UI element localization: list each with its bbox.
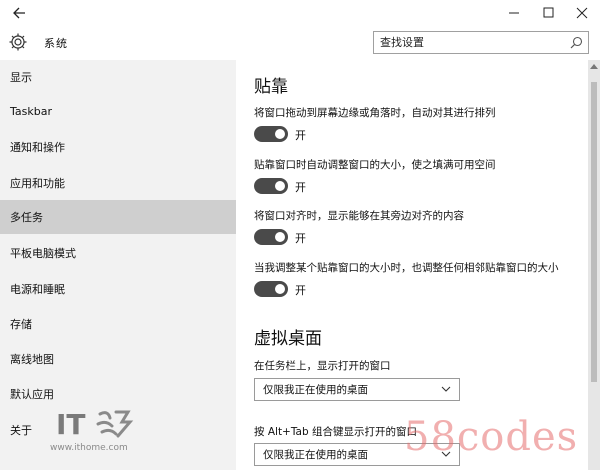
sidebar-item-taskbar[interactable]: Taskbar (0, 94, 236, 128)
close-icon[interactable] (570, 3, 594, 23)
sidebar-item-label: 应用和功能 (10, 177, 65, 190)
sidebar-item-multitasking[interactable]: 多任务 (0, 200, 236, 234)
sidebar-item-label: 离线地图 (10, 353, 54, 366)
snap-option-1-text: 将窗口拖动到屏幕边缘或角落时，自动对其进行排列 (254, 107, 496, 119)
snap-option-1-state: 开 (295, 129, 306, 142)
scrollbar-thumb[interactable] (591, 82, 597, 382)
snap-option-4-toggle[interactable] (254, 281, 288, 297)
content-scrollbar[interactable] (588, 60, 600, 470)
ithome-url: www.ithome.com (50, 443, 128, 453)
sidebar-item-label: Taskbar (10, 104, 52, 118)
sidebar-item-label: 存储 (10, 318, 32, 331)
sidebar-item-tablet-mode[interactable]: 平板电脑模式 (0, 236, 236, 270)
gear-icon (9, 33, 27, 51)
sidebar-item-label: 电源和睡眠 (10, 283, 65, 296)
taskbar-windows-dropdown[interactable]: 仅限我正在使用的桌面 (254, 378, 460, 401)
ithome-logo-text: IT (56, 408, 86, 440)
search-box[interactable] (373, 31, 589, 54)
sidebar-item-label: 多任务 (10, 211, 43, 224)
virtual-desktops-title: 虚拟桌面 (254, 329, 322, 349)
snap-option-3-toggle[interactable] (254, 229, 288, 245)
sidebar-item-label: 通知和操作 (10, 141, 65, 154)
search-input[interactable] (374, 32, 560, 53)
snap-option-2-state: 开 (295, 181, 306, 194)
sidebar-item-label: 平板电脑模式 (10, 247, 76, 260)
sidebar-item-label: 关于 (10, 424, 32, 437)
snap-option-2-toggle[interactable] (254, 178, 288, 194)
taskbar-windows-value: 仅限我正在使用的桌面 (263, 384, 368, 396)
alttab-windows-value: 仅限我正在使用的桌面 (263, 449, 368, 461)
toggle-knob (275, 129, 285, 139)
sidebar-item-apps[interactable]: 应用和功能 (0, 166, 236, 200)
chevron-down-icon (441, 386, 451, 392)
snap-option-3-text: 将窗口对齐时，显示能够在其旁边对齐的内容 (254, 210, 464, 222)
sidebar-item-display[interactable]: 显示 (0, 60, 236, 94)
maximize-icon[interactable] (536, 3, 560, 23)
toggle-knob (275, 181, 285, 191)
taskbar-windows-label: 在任务栏上，显示打开的窗口 (254, 360, 391, 372)
content-pane: 贴靠 将窗口拖动到屏幕边缘或角落时，自动对其进行排列 开 贴靠窗口时自动调整窗口… (236, 60, 588, 470)
chevron-down-icon (441, 451, 451, 457)
ithome-watermark: IT (56, 406, 134, 443)
snap-option-1-toggle[interactable] (254, 126, 288, 142)
snap-option-2-text: 贴靠窗口时自动调整窗口的大小，使之填满可用空间 (254, 159, 496, 171)
app-title: 系统 (44, 37, 68, 50)
sidebar-item-storage[interactable]: 存储 (0, 307, 236, 341)
search-icon[interactable] (570, 36, 583, 49)
alttab-windows-label: 按 Alt+Tab 组合键显示打开的窗口 (254, 426, 417, 438)
minimize-icon[interactable] (502, 3, 526, 23)
toggle-knob (275, 284, 285, 294)
title-bar (0, 0, 600, 26)
snap-option-4-text: 当我调整某个贴靠窗口的大小时，也调整任何相邻贴靠窗口的大小 (254, 262, 559, 274)
sidebar-item-notifications[interactable]: 通知和操作 (0, 130, 236, 164)
scroll-up-icon[interactable] (590, 64, 598, 69)
snap-option-4-state: 开 (295, 284, 306, 297)
alttab-windows-dropdown[interactable]: 仅限我正在使用的桌面 (254, 443, 460, 466)
sidebar-item-label: 默认应用 (10, 388, 54, 401)
app-header: 系统 (0, 26, 600, 60)
sidebar-item-offline-maps[interactable]: 离线地图 (0, 342, 236, 376)
snap-section-title: 贴靠 (254, 77, 288, 97)
ithome-logo-icon: IT (56, 408, 134, 441)
snap-option-3-state: 开 (295, 232, 306, 245)
back-arrow-icon[interactable] (10, 3, 30, 23)
sidebar-item-power[interactable]: 电源和睡眠 (0, 272, 236, 306)
toggle-knob (275, 232, 285, 242)
sidebar-item-label: 显示 (10, 71, 32, 84)
